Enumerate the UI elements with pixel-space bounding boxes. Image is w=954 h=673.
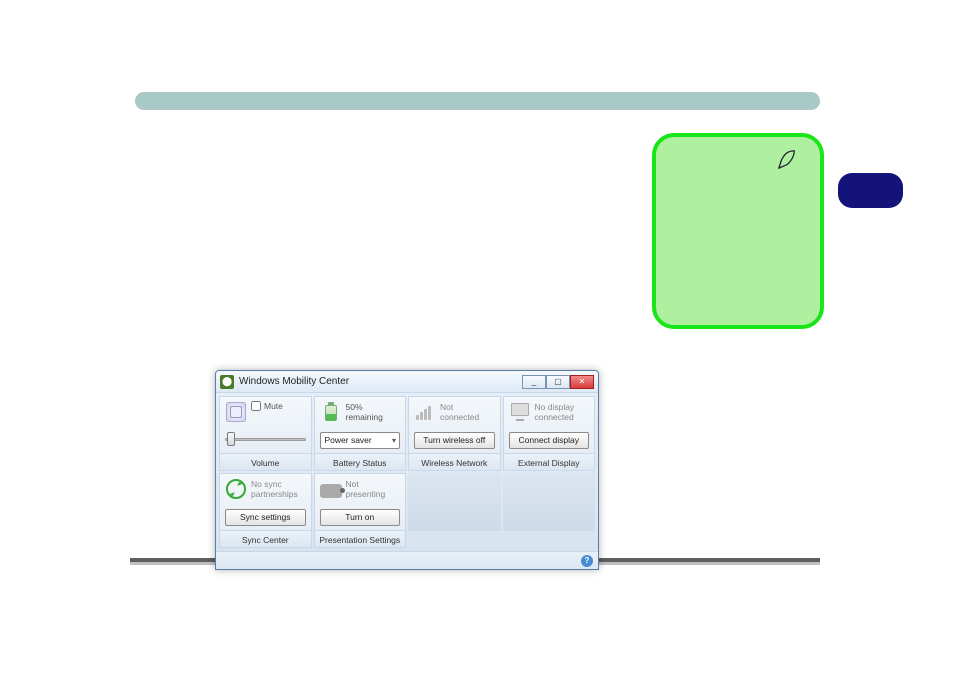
- titlebar[interactable]: ⬤ Windows Mobility Center _ ▢ ✕: [216, 371, 598, 393]
- projector-icon: [320, 478, 342, 500]
- sync-status: No sync partnerships: [251, 478, 306, 500]
- volume-slider[interactable]: [225, 434, 306, 444]
- battery-tile: 50% remaining Power saver: [314, 396, 407, 454]
- note-callout: [652, 133, 824, 329]
- sync-icon: [225, 478, 247, 500]
- close-button[interactable]: ✕: [570, 375, 594, 389]
- battery-label: Battery Status: [315, 454, 406, 470]
- connect-display-button[interactable]: Connect display: [509, 432, 590, 449]
- wireless-label: Wireless Network: [409, 454, 500, 470]
- pen-icon: [776, 149, 798, 171]
- minimize-button[interactable]: _: [522, 375, 546, 389]
- page-badge: [838, 173, 903, 208]
- sync-settings-button[interactable]: Sync settings: [225, 509, 306, 526]
- power-plan-select[interactable]: Power saver: [320, 432, 401, 449]
- volume-label: Volume: [220, 454, 311, 470]
- wireless-tile: Not connected Turn wireless off: [408, 396, 501, 454]
- help-icon[interactable]: ?: [581, 555, 593, 567]
- empty-tile: [408, 473, 501, 531]
- battery-icon: [320, 401, 342, 423]
- sync-label: Sync Center: [220, 531, 311, 547]
- external-display-label: External Display: [504, 454, 595, 470]
- wireless-status: Not connected: [440, 401, 495, 423]
- mute-checkbox[interactable]: Mute: [251, 401, 283, 411]
- presentation-tile: Not presenting Turn on: [314, 473, 407, 531]
- header-divider: [135, 92, 820, 110]
- presentation-turn-on-button[interactable]: Turn on: [320, 509, 401, 526]
- mute-label: Mute: [264, 401, 283, 411]
- speaker-icon: [225, 401, 247, 423]
- window-footer: ?: [216, 551, 598, 569]
- wifi-icon: [414, 401, 436, 423]
- external-display-status: No display connected: [535, 401, 590, 423]
- presentation-status: Not presenting: [346, 478, 401, 500]
- display-icon: [509, 401, 531, 423]
- volume-tile: Mute: [219, 396, 312, 454]
- presentation-label: Presentation Settings: [315, 531, 406, 547]
- maximize-button[interactable]: ▢: [546, 375, 570, 389]
- app-icon: ⬤: [220, 375, 234, 389]
- external-display-tile: No display connected Connect display: [503, 396, 596, 454]
- wireless-toggle-button[interactable]: Turn wireless off: [414, 432, 495, 449]
- mobility-center-window: ⬤ Windows Mobility Center _ ▢ ✕ Mute: [215, 370, 599, 570]
- empty-tile: [503, 473, 596, 531]
- window-title: Windows Mobility Center: [239, 376, 522, 387]
- battery-status: 50% remaining: [346, 401, 401, 423]
- sync-tile: No sync partnerships Sync settings: [219, 473, 312, 531]
